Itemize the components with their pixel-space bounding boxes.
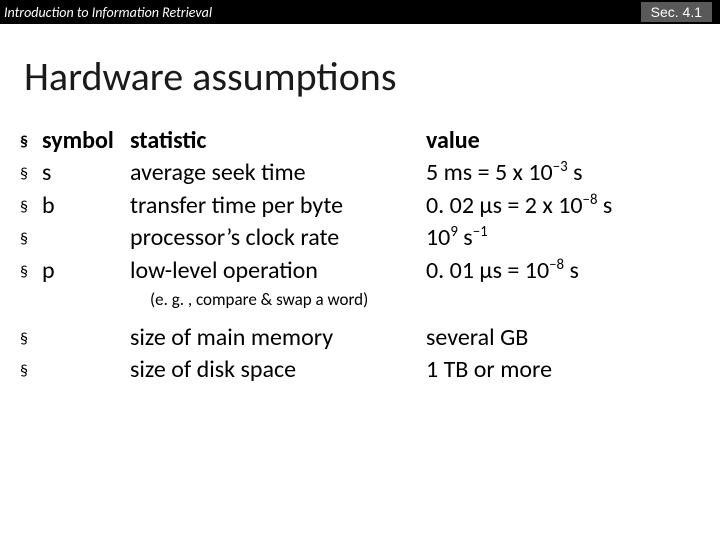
col-value: value [426, 125, 720, 157]
col-symbol: symbol [42, 125, 130, 157]
bullet-icon: § [20, 361, 42, 383]
cell-statistic: transfer time per byte [130, 190, 426, 222]
cell-statistic: size of disk space [130, 354, 426, 386]
bullet-icon: § [20, 132, 42, 154]
cell-value: several GB [426, 322, 720, 354]
table-row: §saverage seek time5 ms = 5 x 10−3 s [20, 157, 720, 189]
slide-title: Hardware assumptions [24, 52, 720, 101]
bullet-icon: § [20, 229, 42, 251]
header-left-text: Introduction to Information Retrieval [4, 4, 212, 21]
cell-statistic: low-level operation [130, 255, 426, 287]
header-section-badge: Sec. 4.1 [641, 2, 712, 22]
table-row: § processor’s clock rate109 s−1 [20, 222, 720, 254]
bullet-icon: § [20, 329, 42, 351]
bullet-icon: § [20, 197, 42, 219]
bullet-icon: § [20, 164, 42, 186]
note-text: (e. g. , compare & swap a word) [150, 289, 720, 312]
cell-value: 1 TB or more [426, 354, 720, 386]
cell-symbol: s [42, 157, 130, 189]
table-row: §btransfer time per byte0. 02 μs = 2 x 1… [20, 190, 720, 222]
cell-statistic: size of main memory [130, 322, 426, 354]
table-row: §plow-level operation0. 01 μs = 10−8 s [20, 255, 720, 287]
cell-value: 5 ms = 5 x 10−3 s [426, 157, 720, 189]
cell-value: 0. 02 μs = 2 x 10−8 s [426, 190, 720, 222]
table-row: § size of disk space1 TB or more [20, 354, 720, 386]
cell-symbol: p [42, 255, 130, 287]
cell-statistic: processor’s clock rate [130, 222, 426, 254]
cell-value: 0. 01 μs = 10−8 s [426, 255, 720, 287]
table-row: § size of main memoryseveral GB [20, 322, 720, 354]
cell-value: 109 s−1 [426, 222, 720, 254]
col-statistic: statistic [130, 125, 426, 157]
content-area: § symbol statistic value §saverage seek … [20, 125, 720, 387]
column-headers: § symbol statistic value [20, 125, 720, 157]
cell-symbol: b [42, 190, 130, 222]
cell-statistic: average seek time [130, 157, 426, 189]
slide-header: Introduction to Information Retrieval Se… [0, 0, 720, 24]
bullet-icon: § [20, 262, 42, 284]
